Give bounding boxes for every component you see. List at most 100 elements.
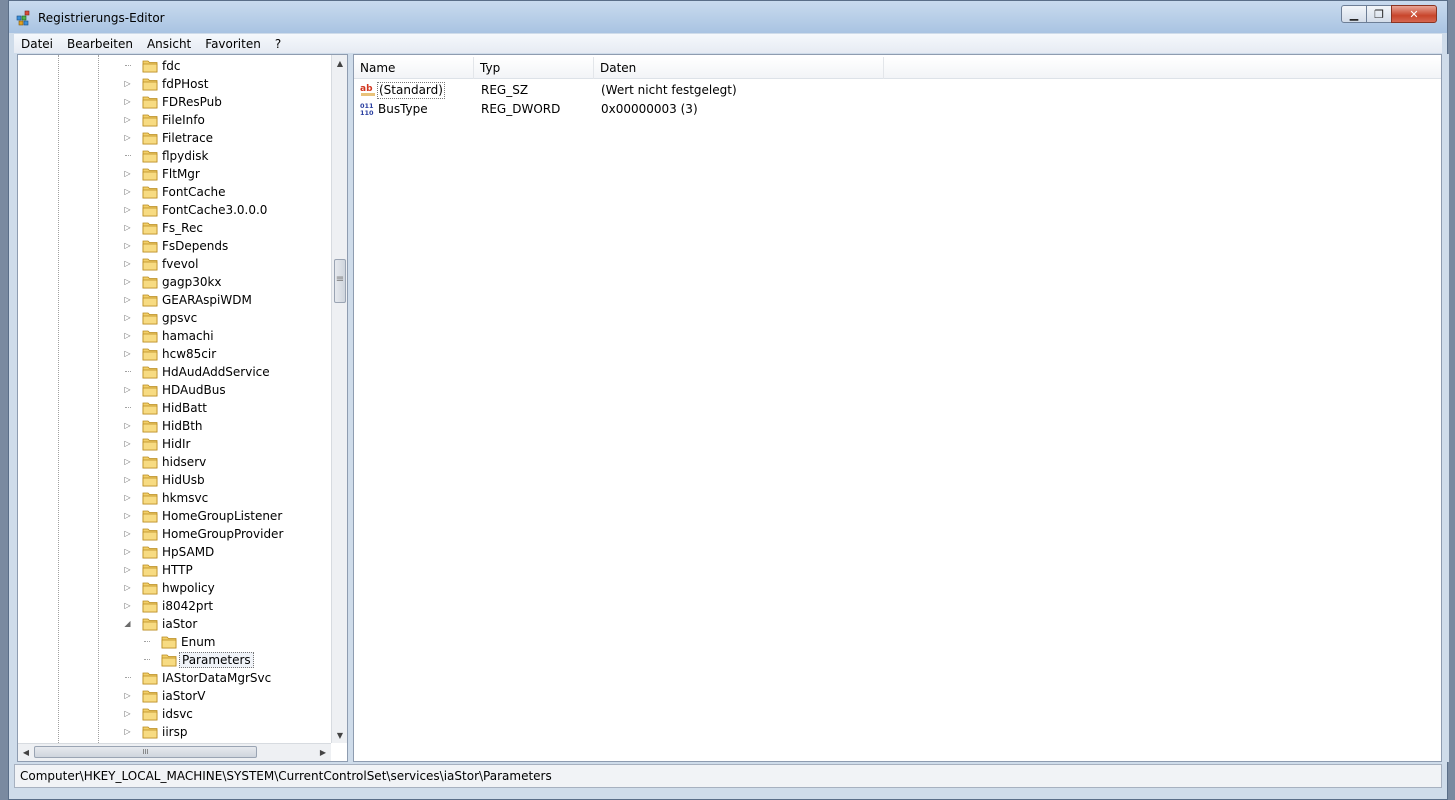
tree-item[interactable]: ▷ fdPHost xyxy=(18,75,331,93)
value-row[interactable]: 011 110 BusType REG_DWORD 0x00000003 (3) xyxy=(354,100,1441,119)
tree-item[interactable]: ▷ HidIr xyxy=(18,435,331,453)
tree-item[interactable]: ▷ hkmsvc xyxy=(18,489,331,507)
tree-item[interactable]: ▷ FDResPub xyxy=(18,93,331,111)
tree-item[interactable]: Enum xyxy=(18,633,331,651)
tree-item[interactable]: ▷ iaStorV xyxy=(18,687,331,705)
expand-arrow-icon[interactable]: ▷ xyxy=(123,294,132,306)
folder-icon xyxy=(142,221,158,235)
tree-item[interactable]: flpydisk xyxy=(18,147,331,165)
window-edge xyxy=(1442,54,1449,762)
tree-item[interactable]: ▷ Fs_Rec xyxy=(18,219,331,237)
close-button[interactable]: ✕ xyxy=(1391,5,1437,23)
column-header-name[interactable]: Name xyxy=(354,57,474,79)
scroll-down-arrow-icon[interactable]: ▼ xyxy=(332,727,347,743)
menu-datei[interactable]: Datei xyxy=(14,37,60,51)
tree-item[interactable]: ▷ HTTP xyxy=(18,561,331,579)
tree-item[interactable]: ▷ iirsp xyxy=(18,723,331,741)
values-list-pane[interactable]: Name Typ Daten ab (Standard) REG_SZ (Wer… xyxy=(353,54,1442,762)
tree-item[interactable]: HidBatt xyxy=(18,399,331,417)
expand-arrow-icon[interactable]: ▷ xyxy=(123,492,132,504)
expand-arrow-icon[interactable]: ▷ xyxy=(123,312,132,324)
horizontal-scroll-thumb[interactable]: III xyxy=(34,746,257,758)
title-bar[interactable]: Registrierungs-Editor ▁ ❐ ✕ xyxy=(9,1,1447,33)
column-header-type[interactable]: Typ xyxy=(474,57,594,79)
tree-item[interactable]: ▷ FontCache3.0.0.0 xyxy=(18,201,331,219)
expand-arrow-icon[interactable]: ▷ xyxy=(123,258,132,270)
tree-item[interactable]: ▷ gagp30kx xyxy=(18,273,331,291)
tree-item[interactable]: ▷ HomeGroupListener xyxy=(18,507,331,525)
expand-arrow-icon[interactable]: ▷ xyxy=(123,114,132,126)
expand-arrow-icon[interactable]: ▷ xyxy=(123,600,132,612)
expand-arrow-icon[interactable]: ▷ xyxy=(123,168,132,180)
folder-icon xyxy=(142,455,158,469)
expand-arrow-icon[interactable]: ▷ xyxy=(123,456,132,468)
expand-arrow-icon[interactable]: ▷ xyxy=(123,78,132,90)
expand-arrow-icon[interactable]: ▷ xyxy=(123,474,132,486)
tree-item[interactable]: ▷ FsDepends xyxy=(18,237,331,255)
menu-bearbeiten[interactable]: Bearbeiten xyxy=(60,37,140,51)
key-tree-pane[interactable]: fdc ▷ fdPHost ▷ FDResPub ▷ FileInfo ▷ Filetrace f… xyxy=(17,54,348,762)
tree-item[interactable]: ▷ GEARAspiWDM xyxy=(18,291,331,309)
expand-arrow-icon[interactable]: ▷ xyxy=(123,420,132,432)
tree-item[interactable]: ▷ FltMgr xyxy=(18,165,331,183)
tree-item-label: gagp30kx xyxy=(162,275,222,289)
expand-arrow-icon[interactable]: ▷ xyxy=(123,330,132,342)
expand-arrow-icon[interactable]: ▷ xyxy=(123,546,132,558)
expand-arrow-icon[interactable]: ▷ xyxy=(123,510,132,522)
tree-item[interactable]: ▷ HidBth xyxy=(18,417,331,435)
expand-arrow-icon[interactable]: ▷ xyxy=(123,348,132,360)
expand-arrow-icon[interactable]: ▷ xyxy=(123,222,132,234)
tree-item[interactable]: ▷ HDAudBus xyxy=(18,381,331,399)
menu-favoriten[interactable]: Favoriten xyxy=(198,37,268,51)
expand-arrow-icon[interactable]: ▷ xyxy=(123,582,132,594)
scroll-up-arrow-icon[interactable]: ▲ xyxy=(332,55,347,71)
tree-item[interactable]: ▷ hcw85cir xyxy=(18,345,331,363)
tree-item[interactable]: ▷ fvevol xyxy=(18,255,331,273)
tree-item[interactable]: ▷ HomeGroupProvider xyxy=(18,525,331,543)
tree-item[interactable]: ▷ hidserv xyxy=(18,453,331,471)
scroll-right-arrow-icon[interactable]: ▶ xyxy=(315,744,331,761)
tree-item[interactable]: ▷ i8042prt xyxy=(18,597,331,615)
tree-horizontal-scrollbar[interactable]: ◀ III ▶ xyxy=(18,743,331,761)
column-header-data[interactable]: Daten xyxy=(594,57,884,79)
value-row[interactable]: ab (Standard) REG_SZ (Wert nicht festgel… xyxy=(354,81,1441,100)
expand-arrow-icon[interactable]: ▷ xyxy=(123,96,132,108)
menu-help[interactable]: ? xyxy=(268,37,288,51)
folder-icon xyxy=(142,707,158,721)
expand-arrow-icon[interactable]: ▷ xyxy=(123,726,132,738)
minimize-button[interactable]: ▁ xyxy=(1341,5,1367,23)
scroll-left-arrow-icon[interactable]: ◀ xyxy=(18,744,34,761)
expand-arrow-icon[interactable]: ▷ xyxy=(123,132,132,144)
expand-arrow-icon[interactable]: ▷ xyxy=(123,204,132,216)
tree-item[interactable]: ▷ HidUsb xyxy=(18,471,331,489)
expand-arrow-icon[interactable]: ▷ xyxy=(123,528,132,540)
tree-item[interactable]: ▷ idsvc xyxy=(18,705,331,723)
expand-arrow-icon[interactable]: ▷ xyxy=(123,564,132,576)
value-name: (Standard) xyxy=(377,82,445,99)
expand-arrow-icon[interactable]: ▷ xyxy=(123,240,132,252)
tree-item[interactable]: ▷ FontCache xyxy=(18,183,331,201)
expand-arrow-icon[interactable]: ▷ xyxy=(123,438,132,450)
tree-item-label: hcw85cir xyxy=(162,347,217,361)
tree-item[interactable]: Parameters xyxy=(18,651,331,669)
tree-vertical-scrollbar[interactable]: ▲ ≡ ▼ xyxy=(331,55,347,743)
tree-item[interactable]: ▷ FileInfo xyxy=(18,111,331,129)
tree-item[interactable]: ▷ hwpolicy xyxy=(18,579,331,597)
tree-item[interactable]: ◢ iaStor xyxy=(18,615,331,633)
tree-item[interactable]: HdAudAddService xyxy=(18,363,331,381)
tree-item[interactable]: ▷ HpSAMD xyxy=(18,543,331,561)
expand-arrow-icon[interactable]: ▷ xyxy=(123,708,132,720)
tree-item[interactable]: ▷ hamachi xyxy=(18,327,331,345)
expand-arrow-icon[interactable]: ▷ xyxy=(123,276,132,288)
menu-ansicht[interactable]: Ansicht xyxy=(140,37,198,51)
tree-item[interactable]: fdc xyxy=(18,57,331,75)
collapse-arrow-icon[interactable]: ◢ xyxy=(123,618,132,630)
tree-item[interactable]: IAStorDataMgrSvc xyxy=(18,669,331,687)
expand-arrow-icon[interactable]: ▷ xyxy=(123,690,132,702)
vertical-scroll-thumb[interactable]: ≡ xyxy=(334,259,346,303)
tree-item[interactable]: ▷ Filetrace xyxy=(18,129,331,147)
maximize-button[interactable]: ❐ xyxy=(1366,5,1392,23)
expand-arrow-icon[interactable]: ▷ xyxy=(123,186,132,198)
expand-arrow-icon[interactable]: ▷ xyxy=(123,384,132,396)
tree-item[interactable]: ▷ gpsvc xyxy=(18,309,331,327)
